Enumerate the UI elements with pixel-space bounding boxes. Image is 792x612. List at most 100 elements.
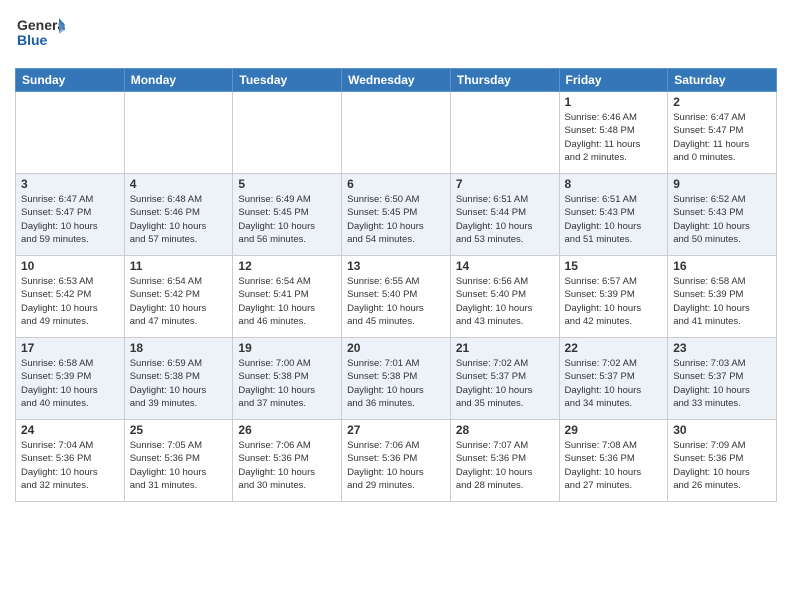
day-info: Sunrise: 6:46 AMSunset: 5:48 PMDaylight:…	[565, 111, 663, 164]
calendar-day-cell	[233, 92, 342, 174]
day-number: 13	[347, 259, 445, 273]
day-number: 30	[673, 423, 771, 437]
calendar-day-cell: 21Sunrise: 7:02 AMSunset: 5:37 PMDayligh…	[450, 338, 559, 420]
day-info: Sunrise: 6:59 AMSunset: 5:38 PMDaylight:…	[130, 357, 228, 410]
day-number: 26	[238, 423, 336, 437]
calendar-day-cell: 15 Sunrise: 6:57 AMSunset: 5:39 PMDayligh…	[559, 256, 668, 338]
day-info: Sunrise: 7:06 AMSunset: 5:36 PMDaylight:…	[238, 439, 336, 492]
day-info: Sunrise: 7:00 AMSunset: 5:38 PMDaylight:…	[238, 357, 336, 410]
day-info: Sunrise: 6:55 AMSunset: 5:40 PMDaylight:…	[347, 275, 445, 328]
day-number: 8	[565, 177, 663, 191]
day-number: 25	[130, 423, 228, 437]
calendar-day-cell	[450, 92, 559, 174]
day-info: Sunrise: 6:51 AMSunset: 5:44 PMDaylight:…	[456, 193, 554, 246]
day-number: 22	[565, 341, 663, 355]
day-info: Sunrise: 7:02 AMSunset: 5:37 PMDaylight:…	[565, 357, 663, 410]
day-info: Sunrise: 6:58 AMSunset: 5:39 PMDaylight:…	[21, 357, 119, 410]
day-number: 5	[238, 177, 336, 191]
day-info: Sunrise: 7:07 AMSunset: 5:36 PMDaylight:…	[456, 439, 554, 492]
calendar-day-cell: 19 Sunrise: 7:00 AMSunset: 5:38 PMDayligh…	[233, 338, 342, 420]
calendar-day-cell: 29 Sunrise: 7:08 AMSunset: 5:36 PMDayligh…	[559, 420, 668, 502]
day-number: 24	[21, 423, 119, 437]
calendar-day-cell: 2 Sunrise: 6:47 AMSunset: 5:47 PMDaylight…	[668, 92, 777, 174]
day-info: Sunrise: 6:52 AMSunset: 5:43 PMDaylight:…	[673, 193, 771, 246]
weekday-header-cell: Thursday	[450, 69, 559, 92]
calendar-day-cell: 4 Sunrise: 6:48 AMSunset: 5:46 PMDaylight…	[124, 174, 233, 256]
day-info: Sunrise: 6:47 AMSunset: 5:47 PMDaylight:…	[21, 193, 119, 246]
calendar-week-row: 3 Sunrise: 6:47 AMSunset: 5:47 PMDaylight…	[16, 174, 777, 256]
day-number: 11	[130, 259, 228, 273]
calendar-day-cell: 25 Sunrise: 7:05 AMSunset: 5:36 PMDayligh…	[124, 420, 233, 502]
calendar-week-row: 1 Sunrise: 6:46 AMSunset: 5:48 PMDaylight…	[16, 92, 777, 174]
day-info: Sunrise: 6:48 AMSunset: 5:46 PMDaylight:…	[130, 193, 228, 246]
calendar-day-cell: 16Sunrise: 6:58 AMSunset: 5:39 PMDayligh…	[668, 256, 777, 338]
calendar-day-cell: 6Sunrise: 6:50 AMSunset: 5:45 PMDaylight…	[342, 174, 451, 256]
calendar-day-cell: 14 Sunrise: 6:56 AMSunset: 5:40 PMDayligh…	[450, 256, 559, 338]
weekday-header-cell: Tuesday	[233, 69, 342, 92]
day-number: 20	[347, 341, 445, 355]
day-number: 14	[456, 259, 554, 273]
day-info: Sunrise: 6:56 AMSunset: 5:40 PMDaylight:…	[456, 275, 554, 328]
day-info: Sunrise: 6:58 AMSunset: 5:39 PMDaylight:…	[673, 275, 771, 328]
weekday-header-cell: Sunday	[16, 69, 125, 92]
calendar-day-cell: 3 Sunrise: 6:47 AMSunset: 5:47 PMDaylight…	[16, 174, 125, 256]
weekday-header-cell: Saturday	[668, 69, 777, 92]
day-number: 9	[673, 177, 771, 191]
calendar-day-cell: 24 Sunrise: 7:04 AMSunset: 5:36 PMDayligh…	[16, 420, 125, 502]
logo-icon: General Blue	[15, 10, 65, 55]
calendar-day-cell: 5 Sunrise: 6:49 AMSunset: 5:45 PMDaylight…	[233, 174, 342, 256]
day-info: Sunrise: 7:04 AMSunset: 5:36 PMDaylight:…	[21, 439, 119, 492]
weekday-header-cell: Wednesday	[342, 69, 451, 92]
weekday-header-cell: Monday	[124, 69, 233, 92]
calendar-day-cell: 13 Sunrise: 6:55 AMSunset: 5:40 PMDayligh…	[342, 256, 451, 338]
day-info: Sunrise: 7:03 AMSunset: 5:37 PMDaylight:…	[673, 357, 771, 410]
page-header: General Blue	[15, 10, 777, 60]
day-info: Sunrise: 7:08 AMSunset: 5:36 PMDaylight:…	[565, 439, 663, 492]
calendar-day-cell: 18 Sunrise: 6:59 AMSunset: 5:38 PMDayligh…	[124, 338, 233, 420]
day-number: 19	[238, 341, 336, 355]
day-number: 12	[238, 259, 336, 273]
day-info: Sunrise: 6:47 AMSunset: 5:47 PMDaylight:…	[673, 111, 771, 164]
calendar-day-cell	[342, 92, 451, 174]
calendar-table: SundayMondayTuesdayWednesdayThursdayFrid…	[15, 68, 777, 502]
logo: General Blue	[15, 10, 65, 60]
calendar-day-cell: 9 Sunrise: 6:52 AMSunset: 5:43 PMDaylight…	[668, 174, 777, 256]
day-info: Sunrise: 6:54 AMSunset: 5:42 PMDaylight:…	[130, 275, 228, 328]
calendar-body: 1 Sunrise: 6:46 AMSunset: 5:48 PMDaylight…	[16, 92, 777, 502]
day-number: 29	[565, 423, 663, 437]
day-number: 4	[130, 177, 228, 191]
day-info: Sunrise: 7:05 AMSunset: 5:36 PMDaylight:…	[130, 439, 228, 492]
svg-text:General: General	[17, 17, 65, 33]
day-number: 10	[21, 259, 119, 273]
calendar-week-row: 24 Sunrise: 7:04 AMSunset: 5:36 PMDayligh…	[16, 420, 777, 502]
day-number: 28	[456, 423, 554, 437]
calendar-day-cell: 12Sunrise: 6:54 AMSunset: 5:41 PMDayligh…	[233, 256, 342, 338]
calendar-day-cell: 28 Sunrise: 7:07 AMSunset: 5:36 PMDayligh…	[450, 420, 559, 502]
day-info: Sunrise: 7:06 AMSunset: 5:36 PMDaylight:…	[347, 439, 445, 492]
calendar-day-cell: 11 Sunrise: 6:54 AMSunset: 5:42 PMDayligh…	[124, 256, 233, 338]
calendar-day-cell: 8 Sunrise: 6:51 AMSunset: 5:43 PMDaylight…	[559, 174, 668, 256]
calendar-day-cell	[16, 92, 125, 174]
calendar-week-row: 17Sunrise: 6:58 AMSunset: 5:39 PMDayligh…	[16, 338, 777, 420]
day-info: Sunrise: 6:57 AMSunset: 5:39 PMDaylight:…	[565, 275, 663, 328]
calendar-day-cell: 10 Sunrise: 6:53 AMSunset: 5:42 PMDayligh…	[16, 256, 125, 338]
day-number: 1	[565, 95, 663, 109]
day-number: 2	[673, 95, 771, 109]
calendar-day-cell: 17Sunrise: 6:58 AMSunset: 5:39 PMDayligh…	[16, 338, 125, 420]
weekday-header-row: SundayMondayTuesdayWednesdayThursdayFrid…	[16, 69, 777, 92]
day-info: Sunrise: 6:49 AMSunset: 5:45 PMDaylight:…	[238, 193, 336, 246]
calendar-day-cell: 1 Sunrise: 6:46 AMSunset: 5:48 PMDaylight…	[559, 92, 668, 174]
calendar-day-cell: 30Sunrise: 7:09 AMSunset: 5:36 PMDayligh…	[668, 420, 777, 502]
day-info: Sunrise: 6:50 AMSunset: 5:45 PMDaylight:…	[347, 193, 445, 246]
day-number: 7	[456, 177, 554, 191]
day-number: 18	[130, 341, 228, 355]
calendar-day-cell: 20Sunrise: 7:01 AMSunset: 5:38 PMDayligh…	[342, 338, 451, 420]
day-number: 15	[565, 259, 663, 273]
weekday-header-cell: Friday	[559, 69, 668, 92]
day-info: Sunrise: 6:53 AMSunset: 5:42 PMDaylight:…	[21, 275, 119, 328]
svg-text:Blue: Blue	[17, 32, 48, 48]
calendar-day-cell: 27Sunrise: 7:06 AMSunset: 5:36 PMDayligh…	[342, 420, 451, 502]
day-info: Sunrise: 7:02 AMSunset: 5:37 PMDaylight:…	[456, 357, 554, 410]
day-number: 3	[21, 177, 119, 191]
day-info: Sunrise: 6:51 AMSunset: 5:43 PMDaylight:…	[565, 193, 663, 246]
